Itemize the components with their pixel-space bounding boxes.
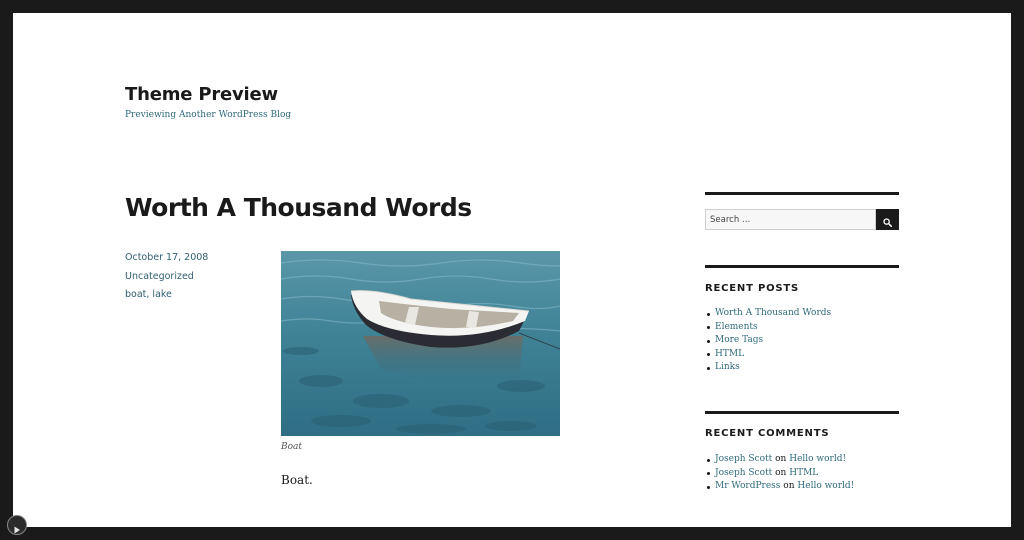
boat-photo bbox=[281, 251, 560, 436]
recent-post-link[interactable]: Elements bbox=[715, 322, 758, 332]
recent-post-link[interactable]: Links bbox=[715, 362, 740, 372]
list-item: Worth A Thousand Words bbox=[705, 307, 831, 321]
site-description: Previewing Another WordPress Blog bbox=[125, 110, 292, 120]
list-item: More Tags bbox=[705, 334, 831, 348]
comment-on-text: on bbox=[775, 454, 787, 464]
comment-on-text: on bbox=[775, 467, 787, 478]
site-title[interactable]: Theme Preview bbox=[125, 84, 278, 105]
page: Theme Preview Previewing Another WordPre… bbox=[13, 13, 1011, 527]
list-item: Joseph Scott on Hello world! bbox=[705, 453, 854, 467]
recent-posts-list: Worth A Thousand Words Elements More Tag… bbox=[705, 307, 831, 375]
image-caption: Boat bbox=[281, 442, 303, 452]
post-title[interactable]: Worth A Thousand Words bbox=[125, 193, 472, 222]
search-form bbox=[705, 209, 899, 230]
post-body: Boat. bbox=[281, 473, 313, 487]
search-icon bbox=[883, 215, 893, 228]
post-tags-link[interactable]: boat, lake bbox=[125, 289, 172, 300]
post-date-link[interactable]: October 17, 2008 bbox=[125, 252, 208, 263]
search-input[interactable] bbox=[705, 209, 876, 230]
comment-author-link[interactable]: Mr WordPress bbox=[715, 481, 780, 491]
recent-post-link[interactable]: HTML bbox=[715, 349, 744, 359]
recent-post-link[interactable]: Worth A Thousand Words bbox=[715, 308, 831, 318]
widget-divider bbox=[705, 411, 899, 414]
recent-posts-title: RECENT POSTS bbox=[705, 283, 800, 294]
recent-comments-list: Joseph Scott on Hello world! Joseph Scot… bbox=[705, 453, 854, 494]
play-icon bbox=[13, 521, 21, 534]
post-category-link[interactable]: Uncategorized bbox=[125, 271, 194, 282]
boat-image[interactable] bbox=[281, 251, 560, 436]
widget-divider bbox=[705, 265, 899, 268]
widget-divider bbox=[705, 192, 899, 195]
list-item: Elements bbox=[705, 321, 831, 335]
comment-post-link[interactable]: Hello world! bbox=[797, 481, 854, 491]
comment-author-link[interactable]: Joseph Scott bbox=[715, 468, 772, 478]
comment-post-link[interactable]: Hello world! bbox=[789, 454, 846, 464]
recent-comments-title: RECENT COMMENTS bbox=[705, 428, 830, 439]
recent-post-link[interactable]: More Tags bbox=[715, 335, 763, 345]
comment-post-link[interactable]: HTML bbox=[789, 468, 818, 478]
list-item: Joseph Scott on HTML bbox=[705, 467, 854, 481]
list-item: HTML bbox=[705, 348, 831, 362]
list-item: Links bbox=[705, 361, 831, 375]
play-button[interactable] bbox=[7, 515, 27, 535]
comment-on-text: on bbox=[783, 481, 795, 492]
search-button[interactable] bbox=[876, 209, 899, 230]
comment-author-link[interactable]: Joseph Scott bbox=[715, 454, 772, 464]
list-item: Mr WordPress on Hello world! bbox=[705, 480, 854, 494]
